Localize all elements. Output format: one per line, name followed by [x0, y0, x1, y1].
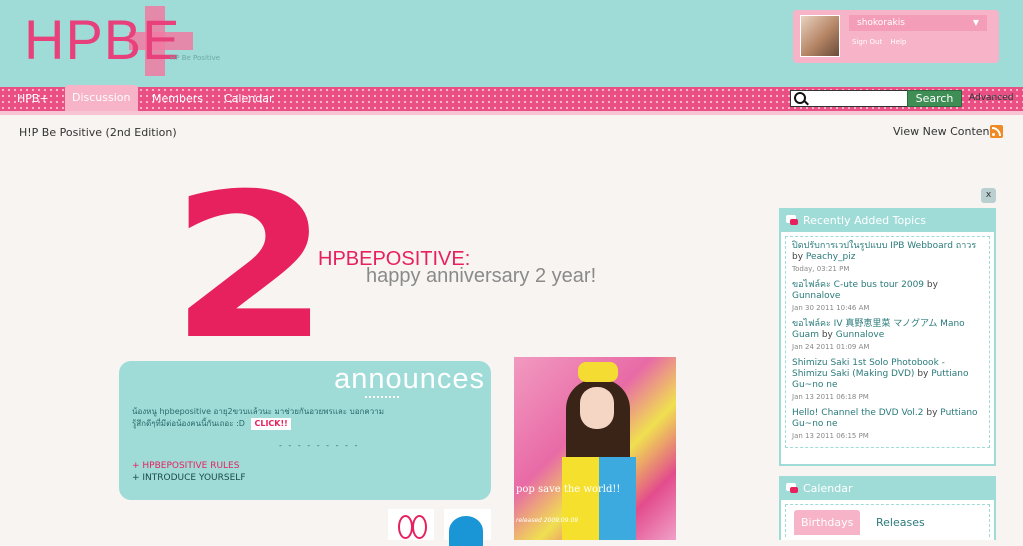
help-link[interactable]: Help — [890, 38, 906, 46]
calendar-panel: Calendar Birthdays Releases — [779, 476, 996, 540]
nav-item-members[interactable]: Members — [152, 87, 203, 111]
topic-date: Jan 24 2011 01:09 AM — [792, 343, 870, 351]
tab-birthdays[interactable]: Birthdays — [794, 510, 861, 535]
topic-date: Jan 30 2011 10:46 AM — [792, 304, 870, 312]
site-logo[interactable]: HPBE HP Be Positive — [24, 6, 224, 82]
topic-date: Jan 13 2011 06:15 PM — [792, 432, 869, 440]
topic-by: by — [821, 330, 833, 340]
comment-icon — [786, 215, 798, 225]
anniversary-subtitle: happy anniversary 2 year! — [366, 265, 597, 287]
recent-topics-list: ปิดปรับการเวปในรูปแบบ IPB Webboard ถาวร … — [785, 236, 990, 448]
breadcrumb[interactable]: H!P Be Positive (2nd Edition) — [19, 126, 177, 139]
nav-item-hpb[interactable]: HPB+ — [17, 87, 49, 111]
logo-text: HPBE — [24, 8, 181, 71]
list-item: ขอไฟล์คะ C-ute bus tour 2009 by Gunnalov… — [792, 280, 983, 312]
recent-topics-header: Recently Added Topics — [781, 210, 994, 232]
recent-topics-panel: Recently Added Topics ปิดปรับการเวปในรูป… — [779, 208, 996, 466]
announcement-box: announces น้องหนู hpbepositive อายุ2ขวบแ… — [119, 361, 491, 500]
topic-link[interactable]: Hello! Channel the DVD Vol.2 — [792, 408, 924, 418]
list-item: Shimizu Saki 1st Solo Photobook - Shimiz… — [792, 358, 983, 401]
calendar-title: Calendar — [803, 482, 853, 495]
topic-author[interactable]: Peachy_piz — [806, 252, 856, 262]
avatar[interactable] — [800, 15, 840, 57]
close-icon[interactable]: x — [981, 188, 996, 203]
thumbnail-blue-icon[interactable] — [444, 509, 491, 546]
list-item: ปิดปรับการเวปในรูปแบบ IPB Webboard ถาวร … — [792, 241, 983, 273]
calendar-header: Calendar — [781, 478, 994, 500]
topic-date: Today, 03:21 PM — [792, 265, 850, 273]
topic-by: by — [792, 252, 804, 262]
photo-release-date: released 2009.09.09 — [516, 517, 579, 524]
user-box: shokorakis ▼ Sign Out Help — [793, 10, 999, 63]
logo-tagline: HP Be Positive — [170, 54, 221, 62]
click-link[interactable]: CLICK!! — [251, 418, 291, 430]
topic-link[interactable]: ขอไฟล์คะ C-ute bus tour 2009 — [792, 280, 924, 290]
topic-author[interactable]: Gunnalove — [836, 330, 884, 340]
topic-link[interactable]: ปิดปรับการเวปในรูปแบบ IPB Webboard ถาวร — [792, 241, 976, 251]
topic-author[interactable]: Gunnalove — [792, 291, 840, 301]
chevron-down-icon: ▼ — [972, 18, 979, 27]
announcement-underline — [365, 396, 399, 398]
tab-releases[interactable]: Releases — [876, 510, 925, 535]
view-new-content-link[interactable]: View New Content — [893, 125, 994, 138]
search-button[interactable]: Search — [907, 90, 962, 107]
anniversary-number: 2 — [170, 151, 331, 384]
user-links: Sign Out Help — [852, 38, 912, 46]
rules-link[interactable]: + HPBEPOSITIVE RULES — [132, 461, 239, 471]
announcement-title: announces — [334, 363, 485, 395]
photo-face — [580, 387, 614, 429]
search-input[interactable] — [790, 90, 908, 107]
topic-by: by — [917, 369, 929, 379]
announcement-text: น้องหนู hpbepositive อายุ2ขวบแล้วนะ มาช่… — [132, 406, 392, 430]
photo-bow — [578, 362, 618, 382]
introduce-link[interactable]: + INTRODUCE YOURSELF — [132, 473, 246, 483]
user-menu[interactable]: shokorakis ▼ — [849, 15, 987, 31]
thumbnail-bunny-icon[interactable] — [388, 509, 434, 540]
sign-out-link[interactable]: Sign Out — [852, 38, 882, 46]
header: HPBE HP Be Positive shokorakis ▼ Sign Ou… — [0, 0, 1023, 87]
rss-icon[interactable] — [990, 125, 1003, 138]
recent-topics-title: Recently Added Topics — [803, 214, 927, 227]
photo-caption: pop save the world!! — [516, 484, 621, 495]
calendar-icon — [786, 483, 798, 493]
topic-by: by — [926, 280, 938, 290]
nav-item-calendar[interactable]: Calendar — [224, 87, 273, 111]
calendar-tabs: Birthdays Releases — [785, 504, 990, 537]
nav-item-discussion[interactable]: Discussion — [65, 85, 138, 111]
topic-date: Jan 13 2011 06:18 PM — [792, 393, 869, 401]
search-icon — [794, 92, 806, 104]
announcement-divider: - - - - - - - - - — [279, 441, 360, 450]
list-item: ขอไฟล์คะ IV 真野恵里菜 マノグアム Mano Guam by Gun… — [792, 319, 983, 351]
promo-photo[interactable]: pop save the world!! released 2009.09.09 — [514, 357, 676, 540]
username: shokorakis — [857, 18, 905, 28]
topic-by: by — [926, 408, 938, 418]
list-item: Hello! Channel the DVD Vol.2 by Puttiano… — [792, 408, 983, 440]
photo-dress — [562, 457, 636, 540]
advanced-search-link[interactable]: Advanced — [969, 93, 1013, 103]
